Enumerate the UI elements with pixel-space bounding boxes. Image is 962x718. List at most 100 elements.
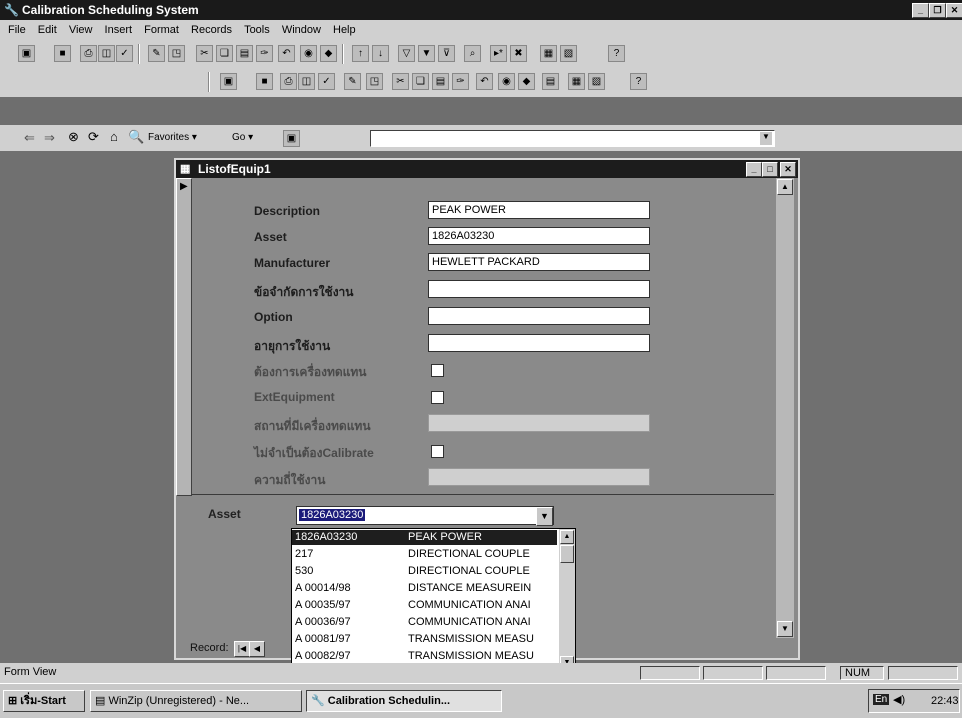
spelling-icon[interactable]: ✓ xyxy=(116,45,133,62)
list-item[interactable]: A 00036/97 COMMUNICATION ANAI xyxy=(292,615,557,630)
undo-icon-2[interactable]: ↶ xyxy=(476,73,493,90)
taskbar-calibration[interactable]: 🔧 Calibration Schedulin... xyxy=(306,690,502,712)
record-selector[interactable]: ▶ xyxy=(176,178,192,496)
find-icon[interactable]: ⌕ xyxy=(464,45,481,62)
first-record-icon[interactable]: |◀ xyxy=(234,641,250,657)
speaker-icon[interactable]: ◀) xyxy=(893,693,905,706)
language-icon[interactable]: En xyxy=(873,694,890,705)
print-icon-2[interactable]: ⎙ xyxy=(280,73,297,90)
restore-icon[interactable]: ❐ xyxy=(929,3,946,18)
help-icon-2[interactable]: ? xyxy=(630,73,647,90)
menu-format[interactable]: Format xyxy=(144,24,179,36)
back-icon[interactable]: ⇐ xyxy=(24,130,35,146)
paste-icon[interactable]: ▤ xyxy=(236,45,253,62)
list-item[interactable]: 217 DIRECTIONAL COUPLE xyxy=(292,547,557,562)
print-preview-icon[interactable]: ◫ xyxy=(98,45,115,62)
close-icon[interactable]: ✕ xyxy=(946,3,962,18)
web-toolbar-icon-2[interactable]: ◆ xyxy=(518,73,535,90)
insert-icon[interactable]: ◳ xyxy=(168,45,185,62)
delete-record-icon[interactable]: ✖ xyxy=(510,45,527,62)
list-item[interactable]: A 00082/97 TRANSMISSION MEASU xyxy=(292,649,557,664)
description-field[interactable]: PEAK POWER xyxy=(428,201,650,219)
new-object-icon[interactable]: ▧ xyxy=(560,45,577,62)
print-preview-icon-2[interactable]: ◫ xyxy=(298,73,315,90)
undo-icon[interactable]: ↶ xyxy=(278,45,295,62)
apply-filter-icon[interactable]: ⊽ xyxy=(438,45,455,62)
cut-icon[interactable]: ✂ xyxy=(196,45,213,62)
scroll-up-icon[interactable]: ▲ xyxy=(777,179,793,195)
dropdown-scroll-up-icon[interactable]: ▲ xyxy=(560,530,574,544)
filter-by-selection-icon[interactable]: ▽ xyxy=(398,45,415,62)
list-item[interactable]: 1826A03230 PEAK POWER xyxy=(292,530,557,545)
forward-icon[interactable]: ⇒ xyxy=(44,130,55,146)
insert-icon-2[interactable]: ◳ xyxy=(366,73,383,90)
database-window-icon-2[interactable]: ▦ xyxy=(568,73,585,90)
view-icon-2[interactable]: ▣ xyxy=(220,73,237,90)
help-icon[interactable]: ? xyxy=(608,45,625,62)
replacement-location-field[interactable] xyxy=(428,414,650,432)
dropdown-scrollbar[interactable]: ▲ ▼ xyxy=(559,529,575,671)
manufacturer-field[interactable]: HEWLETT PACKARD xyxy=(428,253,650,271)
asset-dropdown-list[interactable]: 1826A03230 PEAK POWER 217 DIRECTIONAL CO… xyxy=(291,528,576,672)
sort-descending-icon[interactable]: ↓ xyxy=(372,45,389,62)
usage-frequency-field[interactable] xyxy=(428,468,650,486)
form-vertical-scrollbar[interactable]: ▲ ▼ xyxy=(776,178,794,638)
brush-icon[interactable]: ✑ xyxy=(256,45,273,62)
filter-by-form-icon[interactable]: ▼ xyxy=(418,45,435,62)
asset-combo-box[interactable]: 1826A03230 ▼ xyxy=(296,506,554,526)
search-web-icon[interactable]: 🔍 xyxy=(128,129,144,145)
list-item[interactable]: A 00035/97 COMMUNICATION ANAI xyxy=(292,598,557,613)
asset-field[interactable]: 1826A03230 xyxy=(428,227,650,245)
web-toolbar-icon[interactable]: ◆ xyxy=(320,45,337,62)
favorites-menu[interactable]: Favorites ▾ xyxy=(148,132,197,143)
new-record-icon[interactable]: ▸* xyxy=(490,45,507,62)
dropdown-scroll-thumb[interactable] xyxy=(560,545,574,563)
start-button[interactable]: ⊞ เริ่ม-Start xyxy=(3,690,85,712)
chevron-down-icon[interactable]: ▼ xyxy=(536,507,553,526)
cut-icon-2[interactable]: ✂ xyxy=(392,73,409,90)
need-replacement-checkbox[interactable] xyxy=(431,364,444,377)
usage-limit-field[interactable] xyxy=(428,280,650,298)
menu-tools[interactable]: Tools xyxy=(244,24,270,36)
copy-icon[interactable]: ❏ xyxy=(216,45,233,62)
sort-ascending-icon[interactable]: ↑ xyxy=(352,45,369,62)
menu-help[interactable]: Help xyxy=(333,24,356,36)
minimize-icon[interactable]: _ xyxy=(912,3,929,18)
database-window-icon[interactable]: ▦ xyxy=(540,45,557,62)
print-icon[interactable]: ⎙ xyxy=(80,45,97,62)
prev-record-icon[interactable]: ◀ xyxy=(249,641,265,657)
service-life-field[interactable] xyxy=(428,334,650,352)
copy-icon-2[interactable]: ❏ xyxy=(412,73,429,90)
format-painter-icon-2[interactable]: ✎ xyxy=(344,73,361,90)
address-dropdown-icon[interactable]: ▼ xyxy=(760,132,772,145)
form-close-icon[interactable]: ✕ xyxy=(780,162,796,177)
list-item[interactable]: A 00014/98 DISTANCE MEASUREIN xyxy=(292,581,557,596)
menu-window[interactable]: Window xyxy=(282,24,321,36)
option-field[interactable] xyxy=(428,307,650,325)
address-input[interactable]: ▼ xyxy=(370,130,775,147)
refresh-icon[interactable]: ⟳ xyxy=(88,129,99,145)
no-calibrate-checkbox[interactable] xyxy=(431,445,444,458)
go-menu[interactable]: Go ▾ xyxy=(232,132,253,143)
stop-icon[interactable]: ⊗ xyxy=(68,129,79,145)
form-minimize-icon[interactable]: _ xyxy=(746,162,762,177)
home-icon[interactable]: ⌂ xyxy=(110,129,118,144)
ext-equipment-checkbox[interactable] xyxy=(431,391,444,404)
menu-view[interactable]: View xyxy=(69,24,93,36)
new-object-icon-2[interactable]: ▧ xyxy=(588,73,605,90)
asset-combo-value[interactable]: 1826A03230 xyxy=(299,509,366,521)
save-icon[interactable]: ■ xyxy=(54,45,71,62)
scroll-down-icon[interactable]: ▼ xyxy=(777,621,793,637)
show-only-web-toolbar-icon[interactable]: ▣ xyxy=(283,130,300,147)
form-maximize-icon[interactable]: □ xyxy=(762,162,778,177)
paste-icon-2[interactable]: ▤ xyxy=(432,73,449,90)
spelling-icon-2[interactable]: ✓ xyxy=(318,73,335,90)
list-item[interactable]: 530 DIRECTIONAL COUPLE xyxy=(292,564,557,579)
web-icon[interactable]: ◉ xyxy=(300,45,317,62)
properties-icon[interactable]: ▤ xyxy=(542,73,559,90)
menu-file[interactable]: File xyxy=(8,24,26,36)
view-icon[interactable]: ▣ xyxy=(18,45,35,62)
menu-insert[interactable]: Insert xyxy=(105,24,133,36)
list-item[interactable]: A 00081/97 TRANSMISSION MEASU xyxy=(292,632,557,647)
web-icon-2[interactable]: ◉ xyxy=(498,73,515,90)
